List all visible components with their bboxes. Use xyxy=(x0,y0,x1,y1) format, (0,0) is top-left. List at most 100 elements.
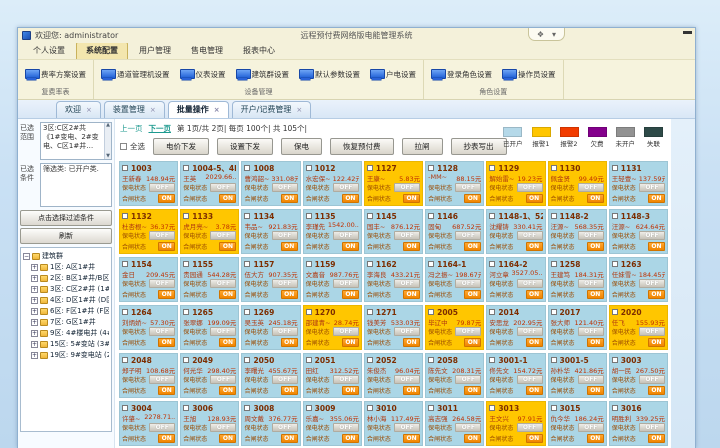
menu-item-系统配置[interactable]: 系统配置 xyxy=(76,42,128,59)
power-protect-toggle[interactable]: OFF xyxy=(639,423,665,432)
tab-装置管理[interactable]: 装置管理× xyxy=(104,101,165,118)
power-protect-toggle[interactable]: OFF xyxy=(333,279,359,288)
card-checkbox[interactable] xyxy=(244,357,250,363)
power-protect-toggle[interactable]: OFF xyxy=(639,327,665,336)
card-checkbox[interactable] xyxy=(489,309,495,315)
selected-condition-box[interactable]: 筛选类: 已开户类. xyxy=(40,163,112,207)
card-checkbox[interactable] xyxy=(551,213,557,219)
power-protect-toggle[interactable]: OFF xyxy=(455,231,481,240)
card-checkbox[interactable] xyxy=(244,213,250,219)
card-checkbox[interactable] xyxy=(244,261,250,267)
ribbon-button-操作员设置[interactable]: 操作员设置 xyxy=(499,67,559,82)
switch-state-toggle[interactable]: ON xyxy=(281,194,298,203)
tab-close-icon[interactable]: × xyxy=(214,106,220,114)
power-protect-toggle[interactable]: OFF xyxy=(210,279,236,288)
card-checkbox[interactable] xyxy=(612,309,618,315)
ribbon-button-户电设置[interactable]: 户电设置 xyxy=(367,67,419,82)
power-protect-toggle[interactable]: OFF xyxy=(149,231,175,240)
power-protect-toggle[interactable]: OFF xyxy=(455,327,481,336)
power-protect-toggle[interactable]: OFF xyxy=(394,231,420,240)
power-protect-toggle[interactable]: OFF xyxy=(578,231,604,240)
card-checkbox[interactable] xyxy=(612,213,618,219)
power-protect-toggle[interactable]: OFF xyxy=(149,279,175,288)
card-checkbox[interactable] xyxy=(367,309,373,315)
switch-state-toggle[interactable]: ON xyxy=(342,434,359,443)
switch-state-toggle[interactable]: ON xyxy=(403,386,420,395)
switch-state-toggle[interactable]: ON xyxy=(281,386,298,395)
power-protect-toggle[interactable]: OFF xyxy=(149,423,175,432)
power-protect-toggle[interactable]: OFF xyxy=(394,279,420,288)
power-protect-toggle[interactable]: OFF xyxy=(272,231,298,240)
switch-state-toggle[interactable]: ON xyxy=(587,338,604,347)
switch-state-toggle[interactable]: ON xyxy=(403,290,420,299)
switch-state-toggle[interactable]: ON xyxy=(526,338,543,347)
power-protect-toggle[interactable]: OFF xyxy=(210,375,236,384)
tab-批量操作[interactable]: 批量操作× xyxy=(168,101,229,118)
card-checkbox[interactable] xyxy=(489,213,495,219)
card-checkbox[interactable] xyxy=(306,309,312,315)
card-checkbox[interactable] xyxy=(183,357,189,363)
card-checkbox[interactable] xyxy=(489,357,495,363)
power-protect-toggle[interactable]: OFF xyxy=(639,183,665,192)
power-protect-toggle[interactable]: OFF xyxy=(578,423,604,432)
power-protect-toggle[interactable]: OFF xyxy=(272,423,298,432)
power-protect-toggle[interactable]: OFF xyxy=(149,327,175,336)
switch-state-toggle[interactable]: ON xyxy=(464,290,481,299)
switch-state-toggle[interactable]: ON xyxy=(158,194,175,203)
power-protect-toggle[interactable]: OFF xyxy=(517,327,543,336)
card-checkbox[interactable] xyxy=(122,309,128,315)
tree-node[interactable]: +7区: G区1#井 xyxy=(31,317,109,327)
power-protect-toggle[interactable]: OFF xyxy=(210,231,236,240)
command-button-保电[interactable]: 保电 xyxy=(281,138,322,155)
switch-state-toggle[interactable]: ON xyxy=(464,242,481,251)
switch-state-toggle[interactable]: ON xyxy=(526,242,543,251)
select-all-checkbox[interactable]: 全选 xyxy=(120,141,145,152)
switch-state-toggle[interactable]: ON xyxy=(464,194,481,203)
next-page-link[interactable]: 下一页 xyxy=(149,123,172,134)
switch-state-toggle[interactable]: ON xyxy=(648,242,665,251)
switch-state-toggle[interactable]: ON xyxy=(403,242,420,251)
switch-state-toggle[interactable]: ON xyxy=(281,434,298,443)
switch-state-toggle[interactable]: ON xyxy=(587,242,604,251)
tab-close-icon[interactable]: × xyxy=(86,106,92,114)
switch-state-toggle[interactable]: ON xyxy=(219,194,236,203)
card-checkbox[interactable] xyxy=(367,261,373,267)
power-protect-toggle[interactable]: OFF xyxy=(394,183,420,192)
ribbon-button-通道管理机设置[interactable]: 通道管理机设置 xyxy=(98,67,173,82)
switch-state-toggle[interactable]: ON xyxy=(464,338,481,347)
choose-filter-button[interactable]: 点击选择过滤条件 xyxy=(20,210,112,226)
power-protect-toggle[interactable]: OFF xyxy=(517,183,543,192)
ribbon-button-费率方案设置[interactable]: 费率方案设置 xyxy=(22,67,89,82)
card-checkbox[interactable] xyxy=(122,165,128,171)
selected-range-box[interactable]: 3区:C区2#共 《1#变电、2#变电、C区1#井… ▲▼ xyxy=(40,122,112,160)
expand-icon[interactable]: + xyxy=(31,330,38,337)
card-checkbox[interactable] xyxy=(367,405,373,411)
power-protect-toggle[interactable]: OFF xyxy=(455,375,481,384)
power-protect-toggle[interactable]: OFF xyxy=(578,183,604,192)
menu-item-报表中心[interactable]: 报表中心 xyxy=(234,43,284,59)
expand-icon[interactable]: + xyxy=(31,352,38,359)
card-checkbox[interactable] xyxy=(244,165,250,171)
collapse-icon[interactable]: − xyxy=(23,253,30,260)
power-protect-toggle[interactable]: OFF xyxy=(578,375,604,384)
tree-node[interactable]: +19区: 9#变电站 (2# xyxy=(31,350,109,360)
card-checkbox[interactable] xyxy=(428,213,434,219)
switch-state-toggle[interactable]: ON xyxy=(219,290,236,299)
card-checkbox[interactable] xyxy=(428,261,434,267)
power-protect-toggle[interactable]: OFF xyxy=(639,375,665,384)
card-checkbox[interactable] xyxy=(367,165,373,171)
power-protect-toggle[interactable]: OFF xyxy=(210,423,236,432)
tree-node[interactable]: +9区: 4#楼电井 (4#楼 xyxy=(31,328,109,338)
switch-state-toggle[interactable]: ON xyxy=(648,338,665,347)
card-checkbox[interactable] xyxy=(183,165,189,171)
switch-state-toggle[interactable]: ON xyxy=(464,386,481,395)
card-checkbox[interactable] xyxy=(306,165,312,171)
power-protect-toggle[interactable]: OFF xyxy=(333,375,359,384)
tab-欢迎[interactable]: 欢迎× xyxy=(56,101,101,118)
ribbon-button-仪表设置[interactable]: 仪表设置 xyxy=(177,67,229,82)
tree-node[interactable]: +3区: C区2#井 (1#变 xyxy=(31,284,109,294)
card-checkbox[interactable] xyxy=(489,261,495,267)
expand-icon[interactable]: + xyxy=(31,275,38,282)
power-protect-toggle[interactable]: OFF xyxy=(517,231,543,240)
card-checkbox[interactable] xyxy=(551,309,557,315)
